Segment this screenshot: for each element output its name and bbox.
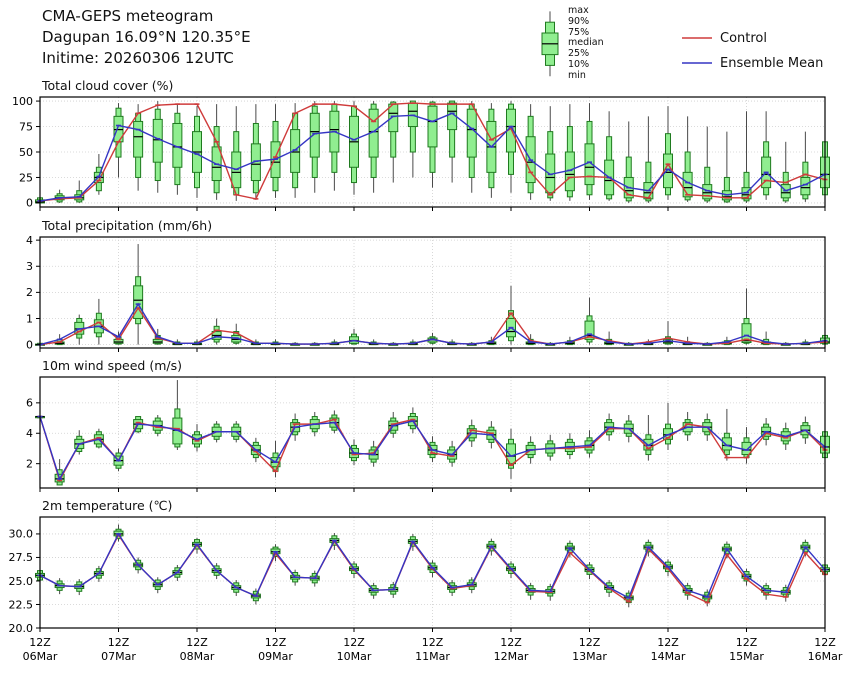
svg-text:13Mar: 13Mar xyxy=(572,650,607,663)
svg-text:12Z: 12Z xyxy=(343,636,365,649)
meteogram-page: { "header": { "title": "CMA-GEPS meteogr… xyxy=(0,0,845,680)
svg-text:15Mar: 15Mar xyxy=(729,650,764,663)
page-title: CMA-GEPS meteogram xyxy=(42,6,251,27)
svg-text:10Mar: 10Mar xyxy=(337,650,372,663)
header: CMA-GEPS meteogram Dagupan 16.09°N 120.3… xyxy=(42,6,251,69)
svg-text:12Z: 12Z xyxy=(108,636,130,649)
svg-text:06Mar: 06Mar xyxy=(23,650,58,663)
svg-text:12Z: 12Z xyxy=(29,636,51,649)
svg-text:16Mar: 16Mar xyxy=(808,650,843,663)
svg-text:12Mar: 12Mar xyxy=(494,650,529,663)
svg-text:22.5: 22.5 xyxy=(9,598,34,611)
svg-text:75: 75 xyxy=(19,120,33,133)
station-location: Dagupan 16.09°N 120.35°E xyxy=(42,27,251,48)
legend-label-p90: 90% xyxy=(568,17,604,28)
svg-text:25: 25 xyxy=(19,171,33,184)
init-time: Initime: 20260306 12UTC xyxy=(42,48,251,69)
svg-text:20.0: 20.0 xyxy=(9,622,34,635)
svg-text:14Mar: 14Mar xyxy=(651,650,686,663)
svg-text:30.0: 30.0 xyxy=(9,528,34,541)
svg-text:3: 3 xyxy=(26,260,33,273)
svg-text:07Mar: 07Mar xyxy=(101,650,136,663)
svg-text:08Mar: 08Mar xyxy=(180,650,215,663)
panel-title-temp: 2m temperature (℃) xyxy=(42,498,172,513)
legend-control-label: Control xyxy=(720,31,767,46)
svg-text:0: 0 xyxy=(26,338,33,351)
svg-text:2: 2 xyxy=(26,457,33,470)
svg-text:12Z: 12Z xyxy=(422,636,444,649)
svg-text:6: 6 xyxy=(26,397,33,410)
svg-text:12Z: 12Z xyxy=(814,636,836,649)
svg-text:12Z: 12Z xyxy=(186,636,208,649)
svg-text:12Z: 12Z xyxy=(736,636,758,649)
meteogram-canvas: 0 25 50 75 100 0 1 2 3 4 2 4 6 20.0 22.5 25.0 27.5 30.0 12… xyxy=(0,0,845,680)
legend-box-labels: max 90% 75% median 25% 10% min xyxy=(568,6,604,82)
svg-text:12Z: 12Z xyxy=(265,636,287,649)
svg-text:50: 50 xyxy=(19,146,33,159)
svg-text:4: 4 xyxy=(26,427,33,440)
panel-title-wind: 10m wind speed (m/s) xyxy=(42,358,182,373)
svg-text:12Z: 12Z xyxy=(500,636,522,649)
svg-text:2: 2 xyxy=(26,286,33,299)
svg-text:09Mar: 09Mar xyxy=(258,650,293,663)
panel-title-cloud: Total cloud cover (%) xyxy=(42,78,173,93)
svg-text:100: 100 xyxy=(12,95,33,108)
svg-text:11Mar: 11Mar xyxy=(415,650,450,663)
svg-text:27.5: 27.5 xyxy=(9,551,34,564)
svg-text:12Z: 12Z xyxy=(579,636,601,649)
svg-text:25.0: 25.0 xyxy=(9,575,34,588)
svg-text:12Z: 12Z xyxy=(657,636,679,649)
legend-mean-label: Ensemble Mean xyxy=(720,56,823,71)
panel-title-precip: Total precipitation (mm/6h) xyxy=(42,218,212,233)
svg-text:1: 1 xyxy=(26,312,33,325)
legend-label-min: min xyxy=(568,71,604,82)
svg-text:0: 0 xyxy=(26,197,33,210)
svg-text:4: 4 xyxy=(26,234,33,247)
